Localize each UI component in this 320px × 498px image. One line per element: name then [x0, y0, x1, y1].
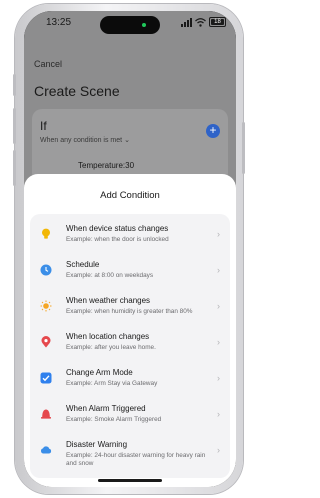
chevron-right-icon: › [217, 373, 220, 383]
condition-item-alarm[interactable]: When Alarm Triggered Example: Smoke Alar… [30, 398, 230, 434]
condition-description: Example: Arm Stay via Gateway [66, 380, 158, 387]
if-label: If [40, 119, 47, 133]
condition-item-location[interactable]: When location changes Example: after you… [30, 326, 230, 362]
page-title: Create Scene [34, 83, 120, 99]
condition-title: When Alarm Triggered [66, 404, 146, 413]
condition-description: Example: 24-hour disaster warning for he… [66, 452, 206, 467]
condition-description: Example: when the door is unlocked [66, 236, 169, 243]
status-icons: 18 [181, 17, 226, 27]
volume-up-button [13, 108, 16, 144]
battery-level: 18 [214, 19, 221, 25]
condition-description: Example: when humidity is greater than 8… [66, 308, 193, 315]
status-time: 13:25 [46, 17, 72, 28]
location-pin-icon [41, 336, 51, 348]
condition-item-device-status[interactable]: When device status changes Example: when… [30, 218, 230, 254]
chevron-right-icon: › [217, 445, 220, 455]
condition-preview[interactable]: Temperature:30 [78, 161, 134, 170]
clock-icon [40, 264, 52, 276]
chevron-right-icon: › [217, 409, 220, 419]
alarm-bell-icon [41, 409, 51, 419]
sun-icon [40, 300, 52, 312]
add-condition-sheet: Add Condition When device status changes… [24, 174, 236, 487]
condition-description: Example: Smoke Alarm Triggered [66, 416, 162, 423]
chevron-right-icon: › [217, 301, 220, 311]
side-button [13, 74, 16, 96]
condition-description: Example: after you leave home. [66, 344, 156, 351]
dynamic-island [100, 16, 160, 34]
lightbulb-icon [42, 228, 50, 239]
match-mode-label: When any condition is met [40, 137, 123, 144]
status-bar: 13:25 18 [24, 11, 236, 37]
condition-item-weather[interactable]: When weather changes Example: when humid… [30, 290, 230, 326]
chevron-right-icon: › [217, 229, 220, 239]
home-indicator[interactable] [98, 479, 162, 482]
chevron-down-icon: ⌄ [124, 137, 130, 144]
condition-item-arm-mode[interactable]: Change Arm Mode Example: Arm Stay via Ga… [30, 362, 230, 398]
power-button [242, 122, 245, 174]
condition-title: When location changes [66, 332, 150, 341]
condition-item-disaster[interactable]: Disaster Warning Example: 24-hour disast… [30, 434, 230, 474]
signal-icon [181, 17, 192, 27]
volume-down-button [13, 150, 16, 186]
phone-screen: 13:25 18 Cancel Create Scene If When any… [24, 11, 236, 487]
wifi-icon [195, 17, 206, 27]
condition-title: Change Arm Mode [66, 368, 133, 377]
condition-item-schedule[interactable]: Schedule Example: at 8:00 on weekdays › [30, 254, 230, 290]
cloud-icon [40, 446, 52, 454]
condition-list: When device status changes Example: when… [30, 214, 230, 478]
match-mode-selector[interactable]: When any condition is met ⌄ [40, 136, 130, 144]
battery-icon: 18 [209, 17, 226, 27]
sheet-title: Add Condition [100, 190, 160, 201]
if-condition-card: If When any condition is met ⌄ + Tempera… [32, 109, 228, 183]
chevron-right-icon: › [217, 265, 220, 275]
condition-title: Disaster Warning [66, 440, 128, 449]
condition-title: When device status changes [66, 224, 169, 233]
add-condition-button[interactable]: + [206, 124, 220, 138]
condition-title: When weather changes [66, 296, 151, 305]
cancel-button[interactable]: Cancel [34, 59, 62, 69]
camera-indicator-icon [142, 23, 146, 27]
condition-title: Schedule [66, 260, 100, 269]
chevron-right-icon: › [217, 337, 220, 347]
condition-description: Example: at 8:00 on weekdays [66, 272, 154, 279]
checkbox-icon [40, 372, 52, 384]
